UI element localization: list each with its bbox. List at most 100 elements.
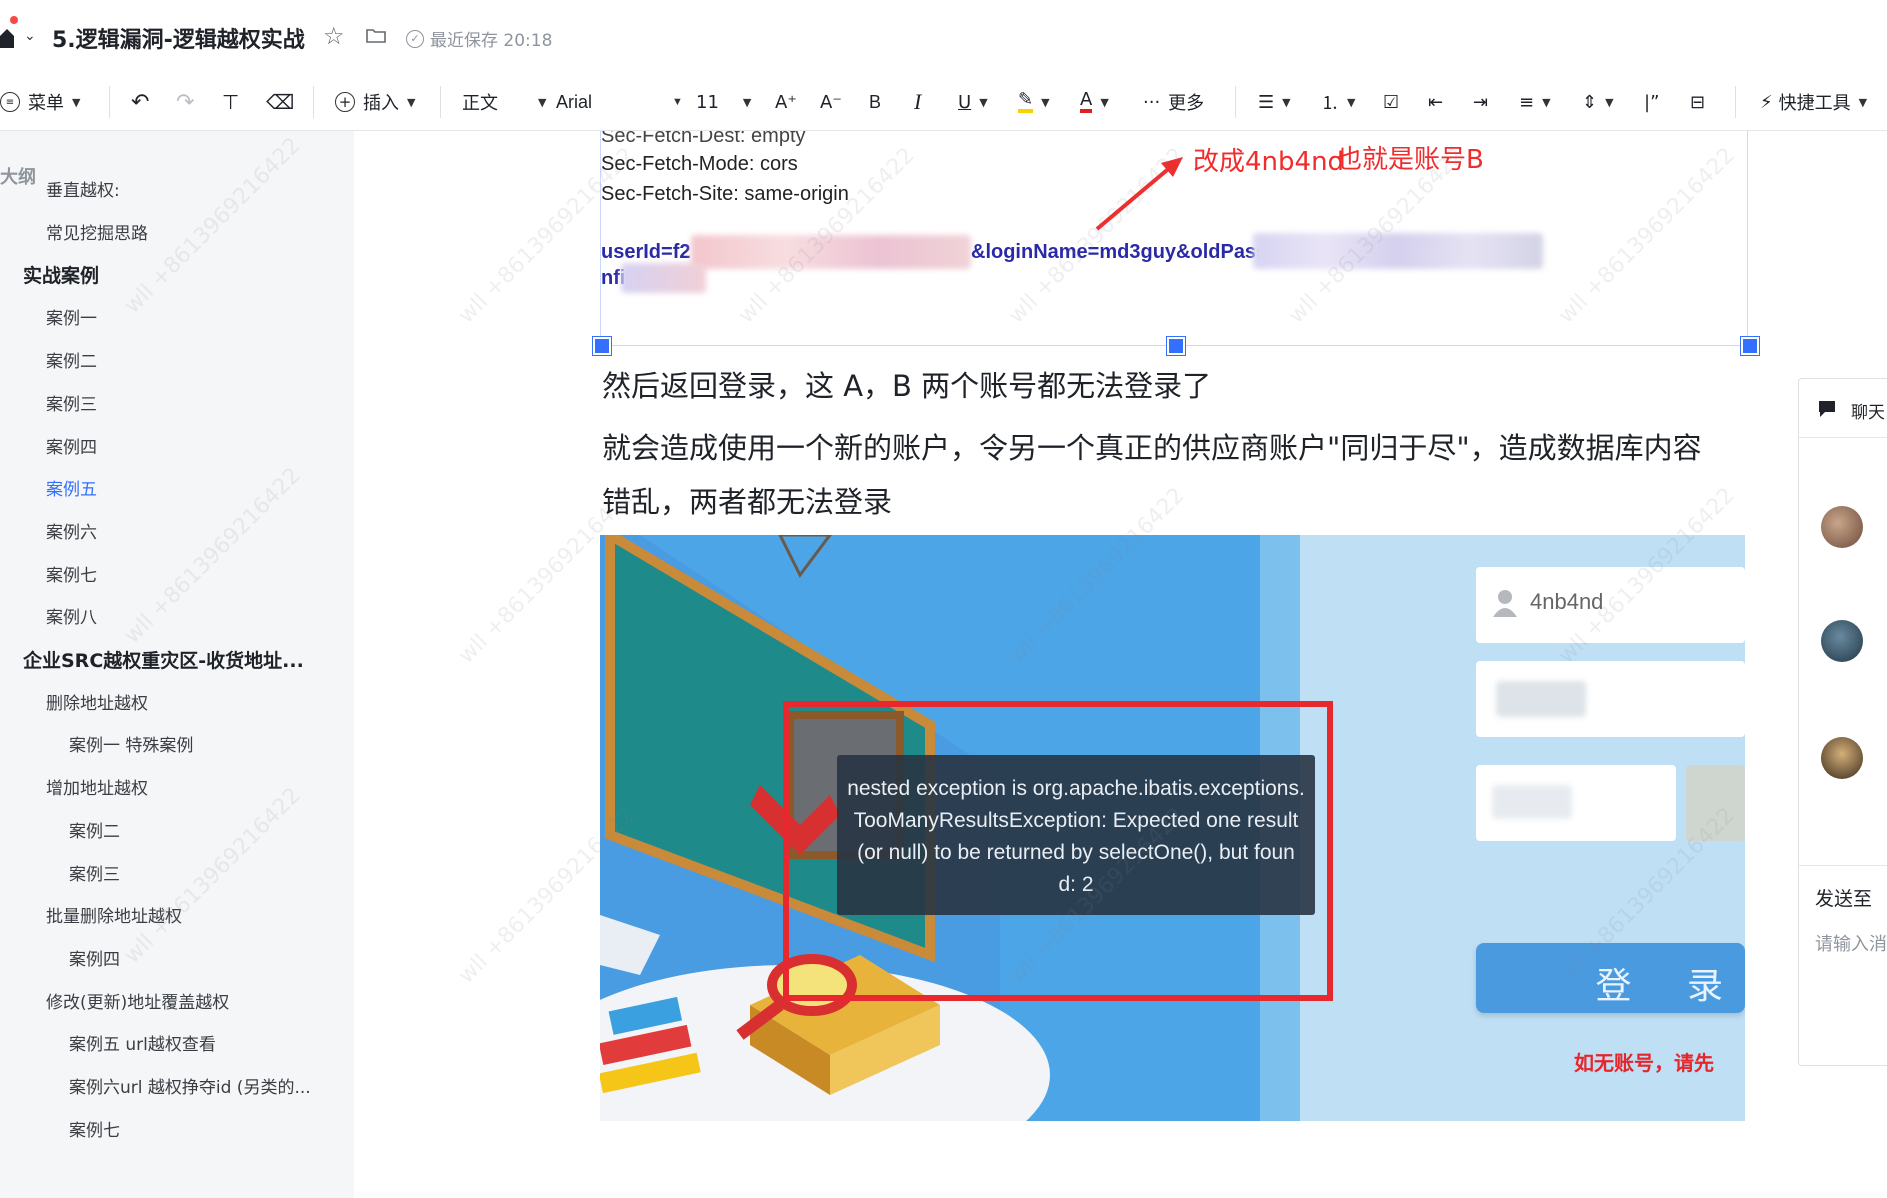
paragraph[interactable]: 错乱，两者都无法登录 <box>602 475 892 529</box>
outline-item[interactable]: 案例四 <box>69 945 120 970</box>
chat-input[interactable]: 请输入消 <box>1815 930 1887 956</box>
font-size-select[interactable]: 11 ▼ <box>696 88 751 116</box>
quick-tools-button[interactable]: ⚡ 快捷工具 ▼ <box>1760 88 1867 116</box>
param-user-id: userId=f2 <box>601 241 691 263</box>
quote-icon: |” <box>1644 91 1660 113</box>
username-field[interactable]: 4nb4nd <box>1476 567 1745 643</box>
font-decrease-icon: A⁻ <box>820 91 842 113</box>
captcha-field[interactable] <box>1476 765 1676 841</box>
format-painter-button[interactable]: ⊤ <box>222 88 239 116</box>
italic-button[interactable]: I <box>914 88 921 116</box>
outdent-button[interactable]: ⇤ <box>1428 88 1443 116</box>
redo-button[interactable]: ↷ <box>176 88 194 116</box>
outdent-icon: ⇤ <box>1428 91 1444 113</box>
caret-down-icon: ▼ <box>1100 95 1109 109</box>
outline-item[interactable]: 案例二 <box>69 817 120 842</box>
avatar[interactable] <box>1821 506 1863 548</box>
numbered-list-button[interactable]: ⒈ ▼ <box>1321 88 1355 116</box>
resize-handle[interactable] <box>1741 337 1759 355</box>
insert-button[interactable]: + 插入 ▼ <box>335 88 415 116</box>
align-button[interactable]: ≡ ▼ <box>1519 88 1551 116</box>
document-title[interactable]: 5.逻辑漏洞-逻辑越权实战 <box>52 22 305 54</box>
watermark: wll +8613969216422 <box>120 782 306 969</box>
underline-icon: U <box>958 91 972 113</box>
http-header-line: Sec-Fetch-Dest: empty <box>601 131 806 147</box>
quick-tools-label: 快捷工具 <box>1778 93 1851 114</box>
annotation-account-b: 也就是账号B <box>1336 145 1484 175</box>
quote-button[interactable]: |” <box>1644 88 1659 116</box>
outline-item[interactable]: 案例六url 越权挣夺id (另类的... <box>69 1073 311 1098</box>
font-family-value: Arial <box>556 91 593 112</box>
undo-button[interactable]: ↶ <box>131 88 149 116</box>
paragraph-style-select[interactable]: 正文 ▼ <box>462 88 546 116</box>
outline-item[interactable]: 案例七 <box>46 561 97 586</box>
outline-item[interactable]: 案例二 <box>46 347 97 372</box>
font-color-button[interactable]: A ▼ <box>1080 88 1109 116</box>
checklist-button[interactable]: ☑ <box>1383 88 1399 116</box>
format-painter-icon: ⊤ <box>222 90 240 114</box>
outline-item[interactable]: 增加地址越权 <box>46 774 148 799</box>
redacted-blur <box>621 263 706 293</box>
login-error-screenshot[interactable]: 4nb4nd 登 录 如无账号，请先 nested exception is o… <box>600 535 1745 1121</box>
outline-item[interactable]: 常见挖掘思路 <box>46 219 148 244</box>
caret-down-icon: ▼ <box>1041 95 1050 109</box>
outline-item[interactable]: 案例七 <box>69 1116 120 1141</box>
bold-button[interactable]: B <box>869 88 881 116</box>
check-circle-icon: ✓ <box>406 29 424 48</box>
send-to-label[interactable]: 发送至 <box>1815 884 1872 911</box>
chevron-down-icon[interactable]: ⌄ <box>24 28 36 44</box>
clear-format-button[interactable]: ⌫ <box>266 88 294 116</box>
resize-handle[interactable] <box>1167 337 1185 355</box>
home-icon[interactable] <box>0 26 14 48</box>
outline-item[interactable]: 企业SRC越权重灾区-收货地址... <box>23 646 304 673</box>
outline-item[interactable]: 实战案例 <box>23 261 99 288</box>
outline-item[interactable]: 案例五 <box>46 475 97 500</box>
request-image[interactable]: Sec-Fetch-Dest: empty Sec-Fetch-Mode: co… <box>600 131 1748 346</box>
bullet-list-button[interactable]: ☰ ▼ <box>1258 88 1291 116</box>
annotation-change-text: 改成4nb4nd <box>1193 147 1345 177</box>
toolbar-divider <box>1735 86 1736 118</box>
outline-item[interactable]: 案例三 <box>69 860 120 885</box>
outline-item[interactable]: 垂直越权: <box>46 176 120 201</box>
outline-item[interactable]: 案例四 <box>46 433 97 458</box>
resize-handle[interactable] <box>593 337 611 355</box>
outline-item[interactable]: 删除地址越权 <box>46 689 148 714</box>
line-spacing-button[interactable]: ⇕ ▼ <box>1582 88 1614 116</box>
login-button[interactable]: 登 录 <box>1476 943 1745 1013</box>
outline-item[interactable]: 案例六 <box>46 518 97 543</box>
register-hint[interactable]: 如无账号，请先 <box>1574 1047 1714 1076</box>
outline-item[interactable]: 批量删除地址越权 <box>46 902 182 927</box>
caret-down-icon: ▼ <box>1347 95 1356 109</box>
outline-item[interactable]: 案例五 url越权查看 <box>69 1030 216 1055</box>
outline-item[interactable]: 案例一 <box>46 304 97 329</box>
folder-icon[interactable] <box>366 28 386 43</box>
italic-icon: I <box>914 89 922 114</box>
more-button[interactable]: ··· 更多 <box>1143 88 1204 116</box>
highlight-button[interactable]: ✎ ▼ <box>1018 88 1050 116</box>
star-icon[interactable]: ☆ <box>323 22 345 50</box>
paragraph[interactable]: 然后返回登录，这 A，B 两个账号都无法登录了 <box>602 359 1211 413</box>
redacted-blur <box>1492 785 1572 819</box>
editor-toolbar: ≡ 菜单 ▼ ↶ ↷ ⊤ ⌫ + 插入 ▼ 正文 ▼ Arial ▼ 11 ▼ A⁺ A⁻… <box>0 74 1887 131</box>
outline-item[interactable]: 案例一 特殊案例 <box>69 731 193 756</box>
captcha-image[interactable] <box>1686 765 1745 841</box>
outline-title: 大纲 <box>0 167 36 188</box>
outline-item[interactable]: 案例三 <box>46 390 97 415</box>
password-field[interactable] <box>1476 661 1745 737</box>
redacted-blur <box>691 235 971 269</box>
underline-button[interactable]: U ▼ <box>958 88 988 116</box>
menu-icon: ≡ <box>0 92 20 112</box>
outline-item[interactable]: 修改(更新)地址覆盖越权 <box>46 988 229 1013</box>
outline-item[interactable]: 案例八 <box>46 603 97 628</box>
increase-font-button[interactable]: A⁺ <box>775 88 797 116</box>
document-canvas[interactable]: Sec-Fetch-Dest: empty Sec-Fetch-Mode: co… <box>354 131 1799 1198</box>
avatar[interactable] <box>1821 737 1863 779</box>
decrease-font-button[interactable]: A⁻ <box>820 88 842 116</box>
chat-header[interactable]: 聊天 <box>1799 379 1887 438</box>
indent-button[interactable]: ⇥ <box>1473 88 1488 116</box>
menu-button[interactable]: ≡ 菜单 ▼ <box>0 88 80 116</box>
text-wrap-button[interactable]: ⊟ <box>1690 88 1705 116</box>
paragraph[interactable]: 就会造成使用一个新的账户，令另一个真正的供应商账户"同归于尽"，造成数据库内容 <box>602 421 1702 475</box>
avatar[interactable] <box>1821 620 1863 662</box>
font-family-select[interactable]: Arial ▼ <box>556 88 683 116</box>
